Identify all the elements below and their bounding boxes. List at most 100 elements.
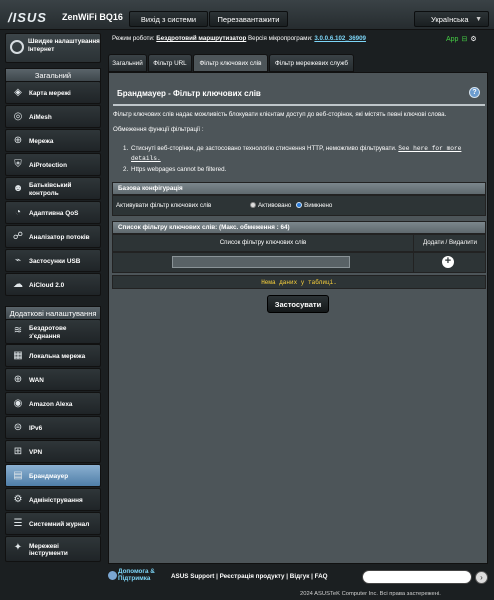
quick-internet-setup-button[interactable]: Швидке налаштування Інтернет xyxy=(5,33,101,63)
alexa-icon: ◉ xyxy=(13,398,23,409)
sidebar-item-label: IPv6 xyxy=(29,424,43,432)
copyright: 2024 ASUSTeK Computer Inc. Всі права зас… xyxy=(300,591,441,597)
no-data-message: Нема даних у таблиці. xyxy=(112,275,486,289)
sidebar-item-label: Мережеві інструменти xyxy=(29,542,68,558)
sidebar-item-label: Застосунки USB xyxy=(29,257,81,265)
firmware-version-link[interactable]: 3.0.0.6.102_36909 xyxy=(314,35,366,42)
tab-keyword-filter[interactable]: Фільтр ключових слів xyxy=(193,54,268,72)
tab-url-filter[interactable]: Фільтр URL xyxy=(148,54,192,72)
limitation-item-1: 1. Стиснуті веб-сторінки, де застосовано… xyxy=(123,144,481,164)
support-icon xyxy=(108,571,117,580)
sidebar-item-label: Бездротове з'єднання xyxy=(29,325,67,340)
cloud-icon: ☁ xyxy=(13,279,23,290)
sidebar-item-label: Адаптивна QoS xyxy=(29,209,79,217)
map-icon: ◈ xyxy=(14,87,22,98)
page-description: Фільтр ключових слів надає можливість бл… xyxy=(113,111,447,118)
logout-button[interactable]: Вихід з системи xyxy=(129,11,208,27)
column-divider xyxy=(413,253,414,272)
limitation-text-1: Стиснуті веб-сторінки, де застосовано те… xyxy=(131,145,397,152)
sidebar-item-label: Мережа xyxy=(29,137,54,145)
col-keyword-list: Список фільтру ключових слів xyxy=(219,239,307,246)
enable-radio[interactable] xyxy=(250,202,256,209)
operation-mode-link[interactable]: Бездротовий маршрутизатор xyxy=(156,35,246,42)
help-support-link[interactable]: Допомога & Підтримка xyxy=(118,568,168,582)
footer: Допомога & Підтримка ASUS Support | Реєс… xyxy=(108,568,494,588)
status-line: Режим роботи: Бездротовий маршрутизатор … xyxy=(112,35,366,42)
top-bar: /ISUS ZenWiFi BQ16 Вихід з системи Перез… xyxy=(0,0,494,30)
item-number: 1. xyxy=(123,145,129,152)
enable-filter-row: Активувати фільтр ключових слів Активова… xyxy=(112,195,486,216)
sidebar-item-label: Локальна мережа xyxy=(29,352,86,360)
sidebar-item-label: Аналізатор потоків xyxy=(29,233,90,241)
sidebar-item-network-tools[interactable]: ✦ Мережеві інструменти xyxy=(5,536,101,562)
help-icon[interactable]: ? xyxy=(469,87,480,98)
parent-icon: ☻ xyxy=(12,183,24,194)
sidebar-item-traffic-analyzer[interactable]: ☍ Аналізатор потоків xyxy=(5,225,101,248)
sidebar-item-label: AiProtection xyxy=(29,161,67,169)
basic-config-header: Базова конфігурація xyxy=(112,182,486,195)
firmware-label: Версія мікропрограми: xyxy=(248,35,313,42)
search-icon[interactable]: › xyxy=(475,571,488,584)
sidebar-item-aiprotection[interactable]: ⛨ AiProtection xyxy=(5,153,101,176)
keyword-input[interactable] xyxy=(172,256,350,268)
model-name: ZenWiFi BQ16 xyxy=(62,12,123,22)
disable-radio-label: Вимкнено xyxy=(304,202,333,209)
admin-icon: ⚙ xyxy=(13,494,23,505)
sidebar-item-wireless[interactable]: ≋ Бездротове з'єднання xyxy=(5,319,101,344)
enable-filter-label: Активувати фільтр ключових слів xyxy=(116,202,212,209)
limitation-item-2: 2. Https webpages cannot be filtered. xyxy=(123,166,227,173)
lan-icon: ▦ xyxy=(13,350,23,361)
apply-button[interactable]: Застосувати xyxy=(267,295,329,313)
language-value: Українська xyxy=(431,15,469,24)
sidebar-item-aimesh[interactable]: ◎ AiMesh xyxy=(5,105,101,128)
network-icon: ⊕ xyxy=(13,135,23,146)
language-select[interactable]: Українська ▼ xyxy=(414,11,489,27)
ipv6-icon: ⊜ xyxy=(13,422,23,433)
sidebar-item-label: WAN xyxy=(29,376,44,384)
sidebar-item-administration[interactable]: ⚙ Адміністрування xyxy=(5,488,101,511)
wifi-icon: ≋ xyxy=(13,325,23,336)
sidebar-item-network[interactable]: ⊕ Мережа xyxy=(5,129,101,152)
disable-radio[interactable] xyxy=(296,202,303,209)
usb-status-icon[interactable]: ⊟ xyxy=(461,36,467,43)
sidebar-item-lan[interactable]: ▦ Локальна мережа xyxy=(5,344,101,367)
asus-logo: /ISUS xyxy=(8,10,47,25)
vpn-icon: ⊞ xyxy=(13,446,23,457)
sidebar-item-vpn[interactable]: ⊞ VPN xyxy=(5,440,101,463)
settings-status-icon[interactable]: ⚙ xyxy=(470,36,476,43)
sidebar-item-network-map[interactable]: ◈ Карта мережі xyxy=(5,81,101,104)
search-input[interactable] xyxy=(362,570,472,584)
item-number: 2. xyxy=(123,166,129,173)
sidebar-item-parental-control[interactable]: ☻ Батьківський контроль xyxy=(5,177,101,200)
sidebar-item-label: Карта мережі xyxy=(29,89,71,97)
page-title: Брандмауер - Фільтр ключових слів xyxy=(117,89,261,98)
enable-filter-radios: Активовано Вимкнено xyxy=(250,202,332,209)
usb-icon: ⌁ xyxy=(14,255,22,266)
tab-general[interactable]: Загальний xyxy=(108,54,147,72)
app-link[interactable]: App xyxy=(446,36,458,43)
sidebar-item-ipv6[interactable]: ⊜ IPv6 xyxy=(5,416,101,439)
sidebar-item-aicloud[interactable]: ☁ AiCloud 2.0 xyxy=(5,273,101,296)
sidebar-item-label: Брандмауер xyxy=(29,472,69,480)
sidebar-item-firewall[interactable]: ▤ Брандмауер xyxy=(5,464,101,487)
aimesh-icon: ◎ xyxy=(13,111,23,122)
sidebar-item-alexa[interactable]: ◉ Amazon Alexa xyxy=(5,392,101,415)
general-section-title: Загальний xyxy=(5,68,101,82)
limitations-title: Обмеження функції фільтрації : xyxy=(113,126,204,133)
qis-icon xyxy=(10,40,24,54)
tab-network-services-filter[interactable]: Фільтр мережевих служб xyxy=(269,54,354,72)
sidebar-item-adaptive-qos[interactable]: ◔ Адаптивна QoS xyxy=(5,201,101,224)
log-icon: ☰ xyxy=(13,518,23,529)
sidebar-item-label: VPN xyxy=(29,448,43,456)
reboot-button[interactable]: Перезавантажити xyxy=(209,11,288,27)
limitation-text-2: Https webpages cannot be filtered. xyxy=(131,166,227,173)
sidebar-item-system-log[interactable]: ☰ Системний журнал xyxy=(5,512,101,535)
enable-radio-label: Активовано xyxy=(258,202,292,209)
sidebar-item-wan[interactable]: ⊕ WAN xyxy=(5,368,101,391)
add-keyword-icon[interactable]: + xyxy=(442,256,454,268)
sidebar-item-usb-apps[interactable]: ⌁ Застосунки USB xyxy=(5,249,101,272)
traffic-icon: ☍ xyxy=(12,231,24,242)
wan-icon: ⊕ xyxy=(13,374,23,385)
footer-links[interactable]: ASUS Support | Реєстрація продукту | Від… xyxy=(171,573,328,580)
col-add-delete: Додати / Видалити xyxy=(423,239,477,246)
